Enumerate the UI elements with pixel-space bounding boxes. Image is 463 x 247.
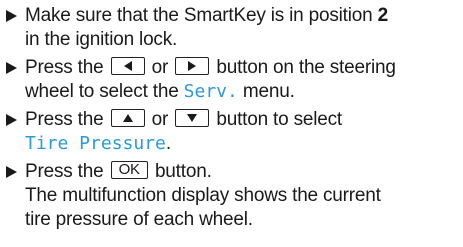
left-button-key: [110, 57, 145, 76]
triangle-down-icon: [187, 114, 198, 123]
serv-menu-display: Serv.: [183, 81, 238, 102]
step-2-text-b: button on the steering: [216, 57, 396, 78]
step-4-result-line-1: The multifunction display shows the curr…: [25, 185, 381, 206]
triangle-bullet-icon: [6, 114, 17, 126]
position-number: 2: [377, 5, 389, 26]
step-2-text: Press the: [25, 57, 104, 78]
step-1-text-cont: in the ignition lock.: [25, 29, 178, 50]
instruction-list: Make sure that the SmartKey is in positi…: [0, 0, 463, 247]
step-2-text-c: wheel to select the: [25, 81, 184, 102]
step-3-text-c: .: [165, 133, 171, 154]
triangle-bullet-icon: [6, 62, 17, 74]
tire-pressure-display: Tire Pressure: [25, 133, 166, 154]
triangle-bullet-icon: [6, 10, 17, 22]
step-4-text-b: button.: [154, 161, 212, 182]
triangle-up-icon: [122, 114, 133, 123]
triangle-left-icon: [123, 61, 132, 72]
step-1-text: Make sure that the SmartKey is in positi…: [25, 5, 378, 26]
instruction-step-3: Press the or button to select Tire Press…: [6, 108, 457, 156]
step-3-text-b: button to select: [216, 109, 343, 130]
ok-button-key: OK: [110, 161, 148, 180]
or-text: or: [151, 57, 169, 78]
step-4-text: Press the: [25, 161, 104, 182]
right-button-key: [175, 57, 210, 76]
down-button-key: [175, 109, 210, 128]
instruction-step-4: Press the OK button. The multifunction d…: [6, 160, 457, 232]
step-2-text-d: menu.: [237, 81, 295, 102]
triangle-right-icon: [188, 61, 197, 72]
step-3-text: Press the: [25, 109, 104, 130]
triangle-bullet-icon: [6, 166, 17, 178]
instruction-step-1: Make sure that the SmartKey is in positi…: [6, 4, 457, 52]
up-button-key: [110, 109, 145, 128]
step-4-result-line-2: tire pressure of each wheel.: [25, 209, 253, 230]
instruction-step-2: Press the or button on the steering whee…: [6, 56, 457, 104]
or-text: or: [151, 109, 169, 130]
